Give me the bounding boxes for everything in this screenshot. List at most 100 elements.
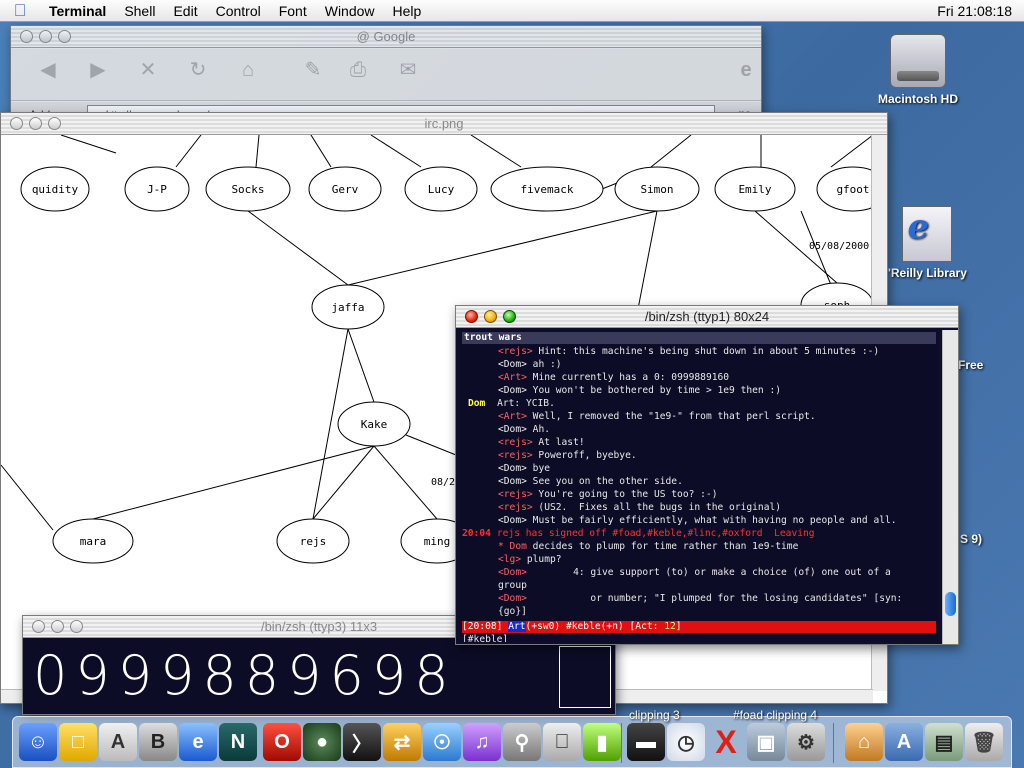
irc-nick: <Dom>: [498, 476, 527, 487]
desktop-icon-free-label[interactable]: Free: [958, 358, 983, 372]
sherlock-icon[interactable]: ⚲: [503, 723, 541, 761]
battery-app-icon[interactable]: ▮: [583, 723, 621, 761]
irc-nick: <Dom>: [498, 385, 527, 396]
irc-text: group: [498, 580, 527, 591]
browser-titlebar[interactable]: @ Google: [11, 26, 761, 48]
opera-icon[interactable]: O: [263, 723, 301, 761]
desktop-icon-os9-label[interactable]: S 9): [960, 532, 982, 546]
graph-node-socks: Socks: [205, 166, 291, 212]
system-preferences-icon[interactable]: ⚙: [787, 723, 825, 761]
irc-status-bar: [20:08] Art(+sw0) #keble(+n) [Act: 12]: [462, 621, 936, 633]
graph-edge: [347, 210, 658, 286]
textedit-icon[interactable]: A: [99, 723, 137, 761]
irc-nick: <rejs>: [498, 450, 533, 461]
back-arrow-icon[interactable]: ◀: [31, 57, 65, 83]
irc-text: Art: YCIB.: [491, 398, 555, 409]
stop-icon[interactable]: ✕: [131, 57, 165, 83]
preview-icon[interactable]: ▣: [747, 723, 785, 761]
term1-scrollbar[interactable]: [942, 330, 958, 644]
term3-screen[interactable]: 0999889698: [23, 638, 615, 714]
irc-message-line: <rejs> Poweroff, byebye.: [462, 449, 637, 462]
terminal-icon[interactable]: 〉: [343, 723, 381, 761]
apple-app-icon[interactable]: : [543, 723, 581, 761]
graph-node-label: Simon: [640, 183, 673, 196]
graph-edge: [830, 135, 873, 168]
dock: clipping 3 #foad clipping 4 ☺ □ A B e N …: [12, 708, 1012, 768]
irc-message-line: <rejs> (US2. Fixes all the bugs in the o…: [462, 501, 781, 514]
autofill-icon[interactable]: ✎: [296, 57, 330, 83]
status-time: [20:08]: [462, 621, 503, 632]
irc-nick: <Art>: [498, 411, 527, 422]
document-icon[interactable]: ▤: [925, 723, 963, 761]
irc-text: You're going to the US too? :-): [532, 489, 718, 500]
term1-titlebar[interactable]: /bin/zsh (ttyp1) 80x24: [456, 306, 958, 328]
irc-text: Must be fairly efficiently, what with ha…: [526, 515, 897, 526]
term1-screen[interactable]: trout wars <rejs> Hint: this machine's b…: [460, 330, 938, 642]
menu-shell[interactable]: Shell: [115, 3, 164, 19]
clock-icon[interactable]: ◷: [667, 723, 705, 761]
status-act-value: 12: [664, 621, 676, 632]
menu-clock[interactable]: Fri 21:08:18: [937, 3, 1012, 19]
irc-message-line: <Dom> You won't be bothered by time > 1e…: [462, 384, 781, 397]
internet-explorer-icon[interactable]: e: [179, 723, 217, 761]
irc-nick: <Dom>: [498, 463, 527, 474]
irc-message-line: Dom Art: YCIB.: [462, 397, 555, 410]
graph-edge: [175, 135, 202, 168]
graph-node-label: Emily: [738, 183, 771, 196]
term1-scrollbar-thumb[interactable]: [945, 592, 956, 616]
graph-node-label: mara: [80, 535, 107, 548]
internet-connect-icon[interactable]: ☉: [423, 723, 461, 761]
graph-edge: [650, 135, 692, 168]
menu-app[interactable]: Terminal: [40, 3, 115, 19]
desktop-icon-library[interactable]: 'Reilly Library: [888, 206, 967, 280]
irc-text: plump?: [521, 554, 562, 565]
trash-icon[interactable]: 🗑: [965, 723, 1003, 761]
menu-edit[interactable]: Edit: [164, 3, 206, 19]
applications-folder-icon[interactable]: A: [885, 723, 923, 761]
print-icon[interactable]: ⎙: [341, 57, 375, 83]
mail-icon[interactable]: ✉: [391, 57, 425, 83]
menu-font[interactable]: Font: [270, 3, 316, 19]
irc-timestamp: Dom: [468, 398, 486, 409]
graph-edge: [347, 328, 375, 403]
irc-nick: <lg>: [498, 554, 522, 565]
cpu-monitor-icon[interactable]: ▬: [627, 723, 665, 761]
browser-toolbar: ◀ ▶ ✕ ↻ ⌂ ✎ ⎙ ✉ e: [11, 49, 761, 101]
graph-node-label: fivemack: [521, 183, 574, 196]
stickies-icon[interactable]: □: [59, 723, 97, 761]
forward-arrow-icon[interactable]: ▶: [81, 57, 115, 83]
finder-icon[interactable]: ☺: [19, 723, 57, 761]
globe-app-icon[interactable]: ●: [303, 723, 341, 761]
graph-edge: [312, 445, 375, 520]
hard-drive-icon: [890, 34, 946, 88]
netscape-icon[interactable]: N: [219, 723, 257, 761]
irc-message-line: <rejs> Hint: this machine's being shut d…: [462, 345, 879, 358]
menu-window[interactable]: Window: [316, 3, 384, 19]
graph-node-label: ming: [424, 535, 451, 548]
home-icon[interactable]: ⌂: [231, 57, 265, 83]
irc-text: 4: give support (to) or make a choice (o…: [526, 567, 891, 578]
irc-input-prompt[interactable]: [#keble]: [462, 634, 508, 642]
x-app-icon[interactable]: X: [707, 723, 745, 761]
viewer-titlebar[interactable]: irc.png: [1, 113, 887, 135]
irc-terminal-window: /bin/zsh (ttyp1) 80x24 trout wars <rejs>…: [455, 305, 959, 645]
menu-control[interactable]: Control: [207, 3, 270, 19]
irc-text: You won't be bothered by time > 1e9 then…: [526, 385, 782, 396]
irc-nick: <Dom>: [498, 567, 527, 578]
apple-menu-icon[interactable]: : [0, 1, 40, 21]
bbedit-icon[interactable]: B: [139, 723, 177, 761]
graph-edge: [247, 210, 349, 286]
network-app-icon[interactable]: ⇄: [383, 723, 421, 761]
irc-message-line: <Dom> Must be fairly efficiently, what w…: [462, 514, 897, 527]
home-folder-icon[interactable]: ⌂: [845, 723, 883, 761]
itunes-icon[interactable]: ♫: [463, 723, 501, 761]
graph-node-jp: J-P: [124, 166, 190, 212]
irc-text: Ah.: [526, 424, 550, 435]
dock-separator: [833, 723, 834, 763]
desktop-icon-macintosh-hd[interactable]: Macintosh HD: [878, 34, 958, 106]
menu-help[interactable]: Help: [384, 3, 431, 19]
dock-clipping-label: clipping 3: [629, 708, 680, 722]
graph-edge: [1, 464, 54, 531]
refresh-icon[interactable]: ↻: [181, 57, 215, 83]
graph-node-kake: Kake: [337, 401, 411, 447]
